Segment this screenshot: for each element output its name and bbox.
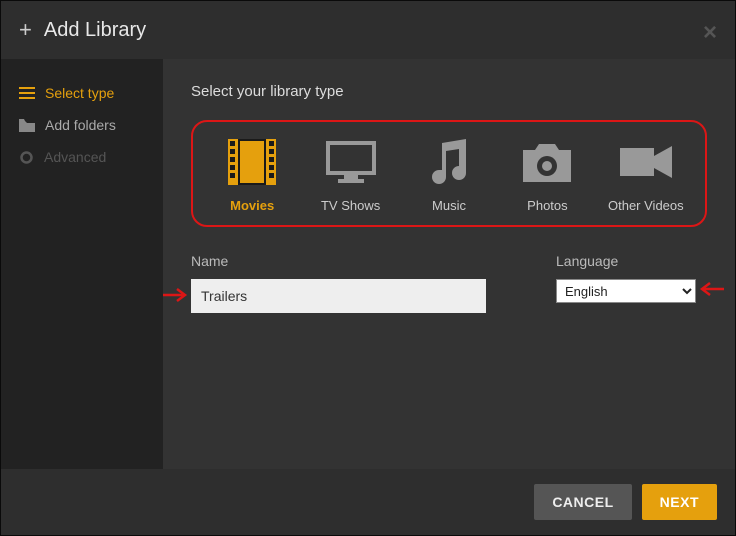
dialog-body: Select type Add folders Advanced Select …: [1, 59, 735, 469]
name-input[interactable]: [191, 279, 486, 313]
type-label: Music: [432, 198, 466, 213]
sidebar-item-label: Advanced: [44, 149, 106, 165]
language-select[interactable]: English: [556, 279, 696, 303]
type-label: Photos: [527, 198, 567, 213]
type-photos[interactable]: Photos: [498, 140, 596, 213]
close-icon[interactable]: ×: [703, 19, 717, 47]
type-tv-shows[interactable]: TV Shows: [301, 140, 399, 213]
language-label: Language: [556, 253, 696, 269]
folder-icon: [19, 119, 35, 132]
list-icon: [19, 87, 35, 100]
language-field-group: Language English: [556, 253, 696, 313]
type-music[interactable]: Music: [400, 140, 498, 213]
type-label: Other Videos: [608, 198, 684, 213]
library-type-selector: Movies TV Shows: [191, 120, 707, 227]
type-movies[interactable]: Movies: [203, 140, 301, 213]
sidebar-item-label: Select type: [45, 85, 114, 101]
content-heading: Select your library type: [191, 83, 707, 100]
type-label: TV Shows: [321, 198, 380, 213]
type-label: Movies: [230, 198, 274, 213]
dialog-title: Add Library: [44, 19, 146, 42]
cancel-button[interactable]: CANCEL: [534, 484, 631, 520]
name-field-group: Name: [191, 253, 486, 313]
add-library-dialog: + Add Library × Select type Add folders: [0, 0, 736, 536]
tv-icon: [326, 140, 376, 184]
camera-icon: [523, 140, 571, 184]
film-icon: [228, 140, 276, 184]
gear-icon: [19, 150, 34, 165]
dialog-footer: CANCEL NEXT: [1, 469, 735, 535]
sidebar-item-add-folders[interactable]: Add folders: [1, 109, 163, 141]
plus-icon: +: [19, 17, 32, 43]
name-label: Name: [191, 253, 486, 269]
annotation-arrow-icon: [698, 281, 726, 297]
annotation-arrow-icon: [161, 287, 189, 303]
music-icon: [428, 140, 470, 184]
sidebar-item-label: Add folders: [45, 117, 116, 133]
type-other-videos[interactable]: Other Videos: [597, 140, 695, 213]
content-panel: Select your library type: [163, 59, 735, 469]
video-icon: [620, 140, 672, 184]
sidebar: Select type Add folders Advanced: [1, 59, 163, 469]
form-row: Name Language English: [191, 253, 707, 313]
sidebar-item-advanced[interactable]: Advanced: [1, 141, 163, 173]
next-button[interactable]: NEXT: [642, 484, 717, 520]
dialog-header: + Add Library ×: [1, 1, 735, 59]
sidebar-item-select-type[interactable]: Select type: [1, 77, 163, 109]
